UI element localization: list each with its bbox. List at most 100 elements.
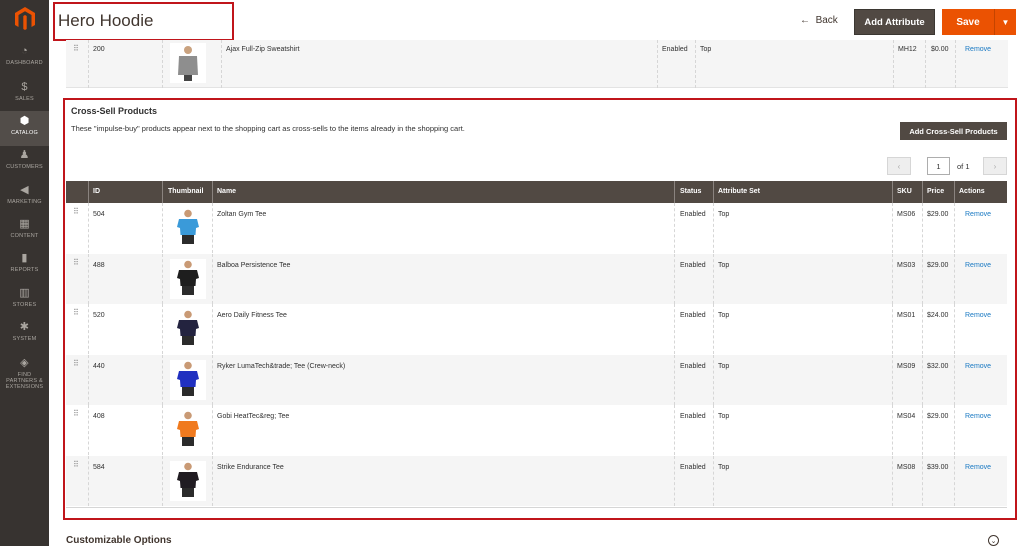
remove-link[interactable]: Remove: [965, 464, 991, 471]
sidebar-item-reports[interactable]: ▮ REPORTS: [0, 248, 49, 283]
sidebar-item-marketing[interactable]: ◀ MARKETING: [0, 180, 49, 215]
sidebar-item-label: SALES: [15, 96, 34, 102]
magento-logo-icon[interactable]: [0, 0, 49, 38]
column-header-status[interactable]: Status: [680, 188, 701, 195]
tshirt-image-icon: [177, 209, 199, 244]
row-price: $39.00: [927, 463, 949, 471]
column-header-id[interactable]: ID: [93, 188, 100, 195]
cell-separator: [922, 304, 923, 354]
pager-total: of 1: [957, 162, 970, 171]
row-attribute-set: Top: [718, 312, 730, 319]
drag-handle-icon[interactable]: ⠿: [73, 309, 79, 317]
tshirt-image-icon: [177, 462, 199, 497]
pager-page-input[interactable]: [927, 157, 950, 175]
drag-handle-icon[interactable]: ⠿: [73, 208, 79, 216]
cell-separator: [892, 253, 893, 304]
row-name: Ryker LumaTech&trade; Tee (Crew-neck): [217, 362, 346, 370]
row-name: Gobi HeatTec&reg; Tee: [217, 413, 290, 420]
cell-separator: [925, 40, 926, 88]
cell-separator: [162, 40, 163, 88]
cell-separator: [674, 304, 675, 354]
sidebar-item-find[interactable]: ◈ FIND PARTNERS & EXTENSIONS: [0, 353, 49, 398]
column-header-sku[interactable]: SKU: [897, 188, 912, 195]
sidebar-item-label: CUSTOMERS: [6, 164, 43, 170]
back-button[interactable]: ← Back: [800, 15, 838, 26]
header-separator: [674, 181, 675, 203]
sidebar-item-stores[interactable]: ▥ STORES: [0, 283, 49, 318]
sidebar-item-system[interactable]: ✱ SYSTEM: [0, 317, 49, 352]
row-price: $0.00: [931, 46, 949, 53]
save-button[interactable]: Save: [942, 9, 994, 35]
sidebar-item-dashboard[interactable]: ◔ DASHBOARD: [0, 41, 49, 76]
remove-link[interactable]: Remove: [965, 363, 991, 370]
remove-link[interactable]: Remove: [965, 262, 991, 269]
tshirt-image-icon: [177, 260, 199, 295]
cell-separator: [713, 455, 714, 506]
product-thumbnail: [170, 460, 206, 501]
cell-separator: [212, 455, 213, 506]
cell-separator: [657, 40, 658, 88]
store-icon: ▥: [19, 287, 30, 299]
header-separator: [212, 181, 213, 203]
column-header-attribute-set[interactable]: Attribute Set: [718, 188, 760, 195]
drag-handle-icon[interactable]: ⠿: [73, 258, 79, 266]
table-row: ⠿ 408 Gobi HeatTec&reg; Tee Enabled Top MS04 $…: [66, 405, 1007, 455]
drag-handle-icon[interactable]: ⠿: [73, 359, 79, 367]
cell-separator: [162, 304, 163, 354]
cell-separator: [713, 253, 714, 304]
customizable-options-title[interactable]: Customizable Options: [66, 535, 172, 546]
cell-separator: [954, 354, 955, 405]
pager-next-button[interactable]: ›: [983, 157, 1007, 175]
remove-link[interactable]: Remove: [965, 211, 991, 218]
column-header-price[interactable]: Price: [927, 188, 944, 195]
drag-handle-icon[interactable]: ⠿: [73, 45, 79, 53]
header-separator: [954, 181, 955, 203]
cell-separator: [713, 405, 714, 455]
row-name: Balboa Persistence Tee: [217, 261, 291, 269]
save-options-chevron-icon[interactable]: ▼: [994, 9, 1016, 35]
row-sku: MH12: [898, 46, 917, 53]
cell-separator: [212, 405, 213, 455]
table-row: ⠿ 488 Balboa Persistence Tee Enabled Top MS03…: [66, 253, 1007, 304]
row-sku: MS03: [897, 261, 916, 269]
column-header-thumbnail[interactable]: Thumbnail: [168, 188, 203, 195]
row-price: $29.00: [927, 413, 949, 420]
sidebar-item-customers[interactable]: ♟ CUSTOMERS: [0, 145, 49, 180]
remove-link[interactable]: Remove: [965, 312, 991, 319]
row-attribute-set: Top: [718, 362, 730, 370]
product-thumbnail: [170, 410, 206, 450]
sidebar-item-catalog[interactable]: ⬢ CATALOG: [0, 111, 49, 146]
cross-sell-description: These "impulse-buy" products appear next…: [71, 124, 465, 133]
cell-separator: [892, 304, 893, 354]
cell-separator: [221, 40, 222, 88]
sidebar-item-content[interactable]: ▦ CONTENT: [0, 214, 49, 249]
column-header-name[interactable]: Name: [217, 188, 236, 195]
cell-separator: [88, 405, 89, 455]
row-id: 200: [93, 46, 105, 53]
row-price: $24.00: [927, 312, 949, 319]
admin-sidebar: ◔ DASHBOARD $ SALES ⬢ CATALOG ♟ CUSTOMERS ◀ MARKE…: [0, 0, 49, 546]
cube-icon: ⬢: [19, 115, 30, 127]
remove-link[interactable]: Remove: [965, 46, 991, 53]
add-cross-sell-button[interactable]: Add Cross-Sell Products: [900, 122, 1007, 140]
row-name: Ajax Full-Zip Sweatshirt: [226, 46, 300, 53]
drag-handle-icon[interactable]: ⠿: [73, 460, 79, 468]
cell-separator: [674, 354, 675, 405]
cell-separator: [922, 203, 923, 253]
cell-separator: [695, 40, 696, 88]
remove-link[interactable]: Remove: [965, 413, 991, 420]
row-id: 584: [93, 463, 105, 471]
cell-separator: [674, 253, 675, 304]
row-status: Enabled: [662, 46, 688, 53]
back-arrow-icon: ←: [800, 15, 810, 26]
collapse-toggle-icon[interactable]: ⌄: [988, 535, 999, 546]
row-id: 504: [93, 211, 105, 218]
sidebar-item-sales[interactable]: $ SALES: [0, 77, 49, 112]
product-thumbnail: [170, 309, 206, 349]
cross-sell-grid-header: ID Thumbnail Name Status Attribute Set S…: [66, 181, 1007, 203]
add-attribute-button[interactable]: Add Attribute: [854, 9, 935, 35]
row-attribute-set: Top: [718, 211, 730, 218]
drag-handle-icon[interactable]: ⠿: [73, 410, 79, 418]
pager-previous-button[interactable]: ‹: [887, 157, 911, 175]
sidebar-item-label: CATALOG: [11, 130, 38, 136]
